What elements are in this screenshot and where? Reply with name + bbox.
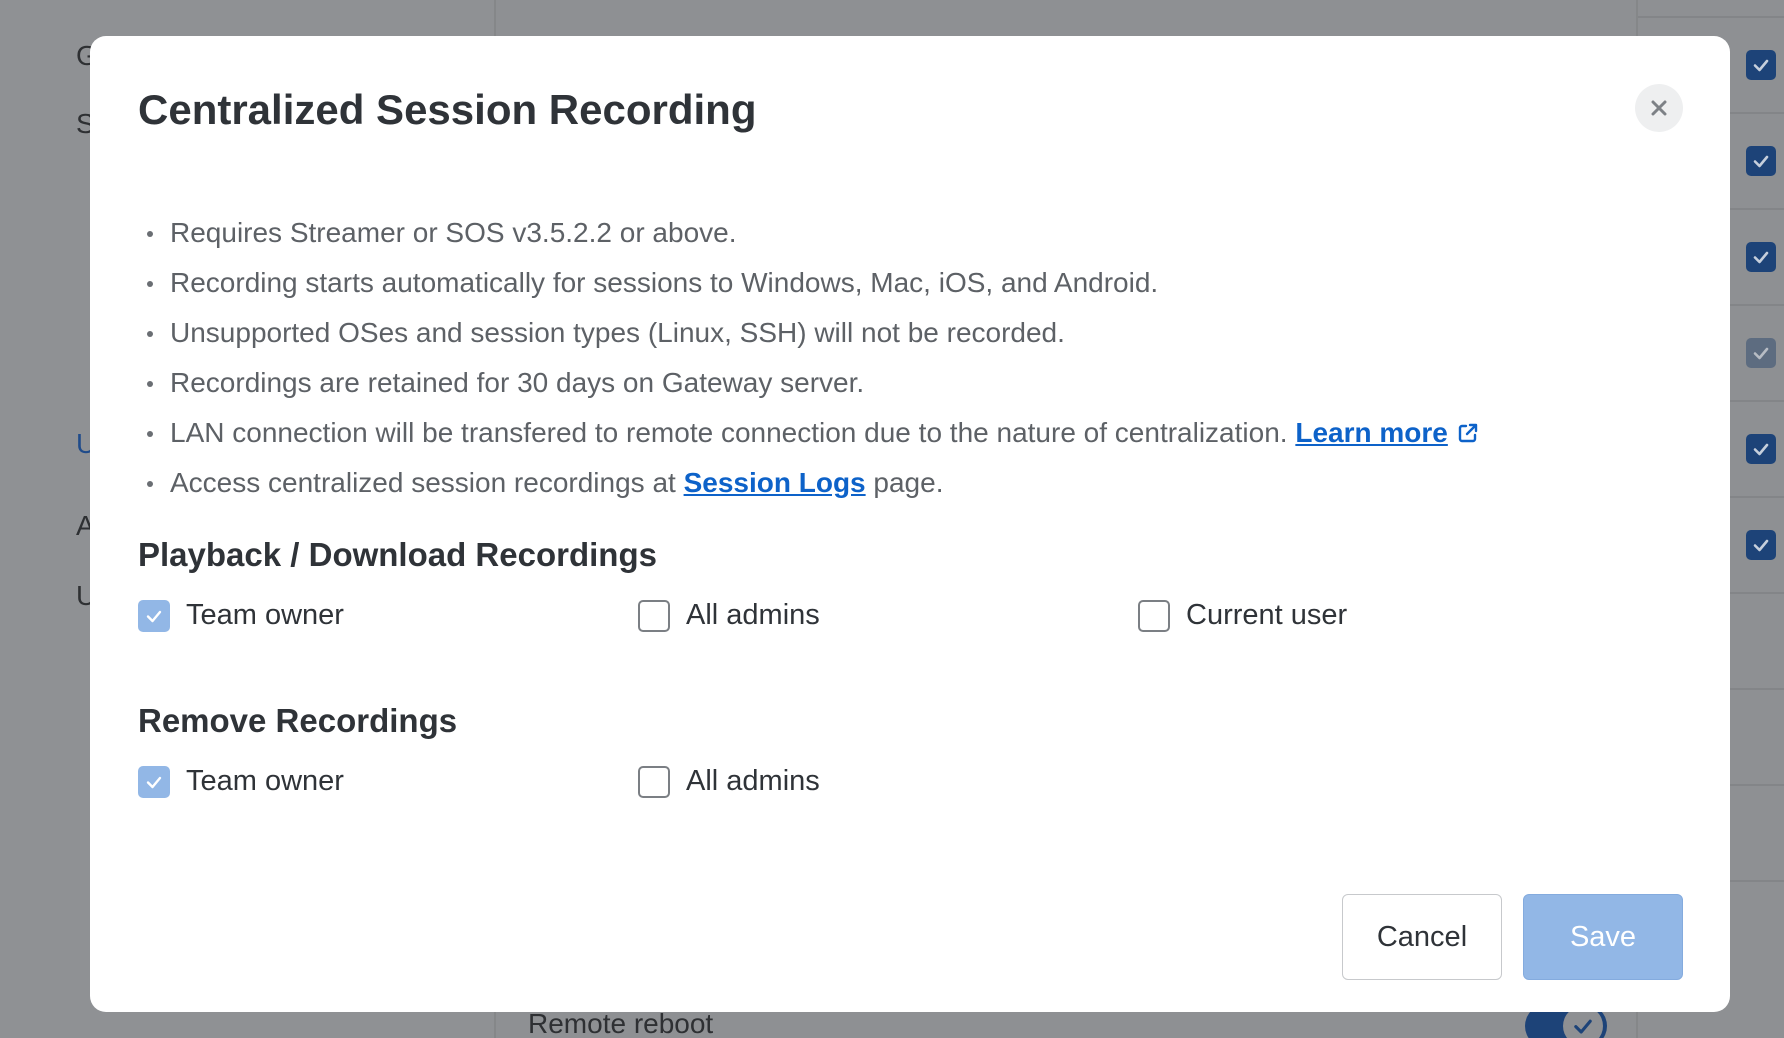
check-icon	[1574, 1019, 1592, 1034]
check-icon	[1753, 251, 1769, 264]
check-icon	[1753, 155, 1769, 168]
checkbox-label: All admins	[686, 599, 820, 631]
list-item: Recording starts automatically for sessi…	[138, 258, 1480, 308]
bg-checkbox	[1746, 146, 1776, 176]
list-item: Unsupported OSes and session types (Linu…	[138, 308, 1480, 358]
requirements-list: Requires Streamer or SOS v3.5.2.2 or abo…	[138, 208, 1480, 508]
bg-row-divider	[1638, 16, 1784, 18]
checkbox-label: Team owner	[186, 765, 344, 797]
bg-checkbox	[1746, 338, 1776, 368]
check-icon	[1753, 347, 1769, 360]
session-recording-dialog: Centralized Session Recording Requires S…	[90, 36, 1730, 1012]
playback-all-admins-checkbox[interactable]: All admins	[638, 599, 820, 632]
learn-more-link[interactable]: Learn more	[1295, 417, 1448, 448]
bg-checkbox	[1746, 242, 1776, 272]
list-item: Access centralized session recordings at…	[138, 458, 1480, 508]
checkbox-box[interactable]	[638, 765, 670, 798]
playback-section-title: Playback / Download Recordings	[138, 536, 657, 573]
checkbox-label: All admins	[686, 765, 820, 797]
save-button[interactable]: Save	[1523, 894, 1683, 980]
bg-remote-reboot-label: Remote reboot	[528, 1008, 714, 1038]
remove-team-owner-checkbox[interactable]: Team owner	[138, 765, 344, 798]
check-icon	[1753, 443, 1769, 456]
check-icon	[146, 776, 162, 788]
checkbox-box[interactable]	[1138, 599, 1170, 632]
session-logs-link[interactable]: Session Logs	[684, 467, 866, 498]
dialog-title: Centralized Session Recording	[138, 86, 757, 133]
close-icon	[1651, 100, 1667, 116]
bg-checkbox	[1746, 50, 1776, 80]
list-item: Requires Streamer or SOS v3.5.2.2 or abo…	[138, 208, 1480, 258]
checkbox-label: Team owner	[186, 599, 344, 631]
checkbox-box[interactable]	[138, 765, 170, 798]
list-item: Recordings are retained for 30 days on G…	[138, 358, 1480, 408]
check-icon	[146, 610, 162, 622]
check-icon	[1753, 539, 1769, 552]
bg-checkbox	[1746, 530, 1776, 560]
checkbox-box[interactable]	[138, 599, 170, 632]
check-icon	[1753, 59, 1769, 72]
list-item: LAN connection will be transfered to rem…	[138, 408, 1480, 458]
external-link-icon[interactable]	[1456, 421, 1480, 445]
playback-current-user-checkbox[interactable]: Current user	[1138, 599, 1347, 632]
playback-team-owner-checkbox[interactable]: Team owner	[138, 599, 344, 632]
remove-all-admins-checkbox[interactable]: All admins	[638, 765, 820, 798]
checkbox-box[interactable]	[638, 599, 670, 632]
remove-section-title: Remove Recordings	[138, 702, 458, 739]
checkbox-label: Current user	[1186, 599, 1348, 631]
close-button[interactable]	[1635, 84, 1683, 132]
bg-checkbox	[1746, 434, 1776, 464]
cancel-button[interactable]: Cancel	[1342, 894, 1502, 980]
